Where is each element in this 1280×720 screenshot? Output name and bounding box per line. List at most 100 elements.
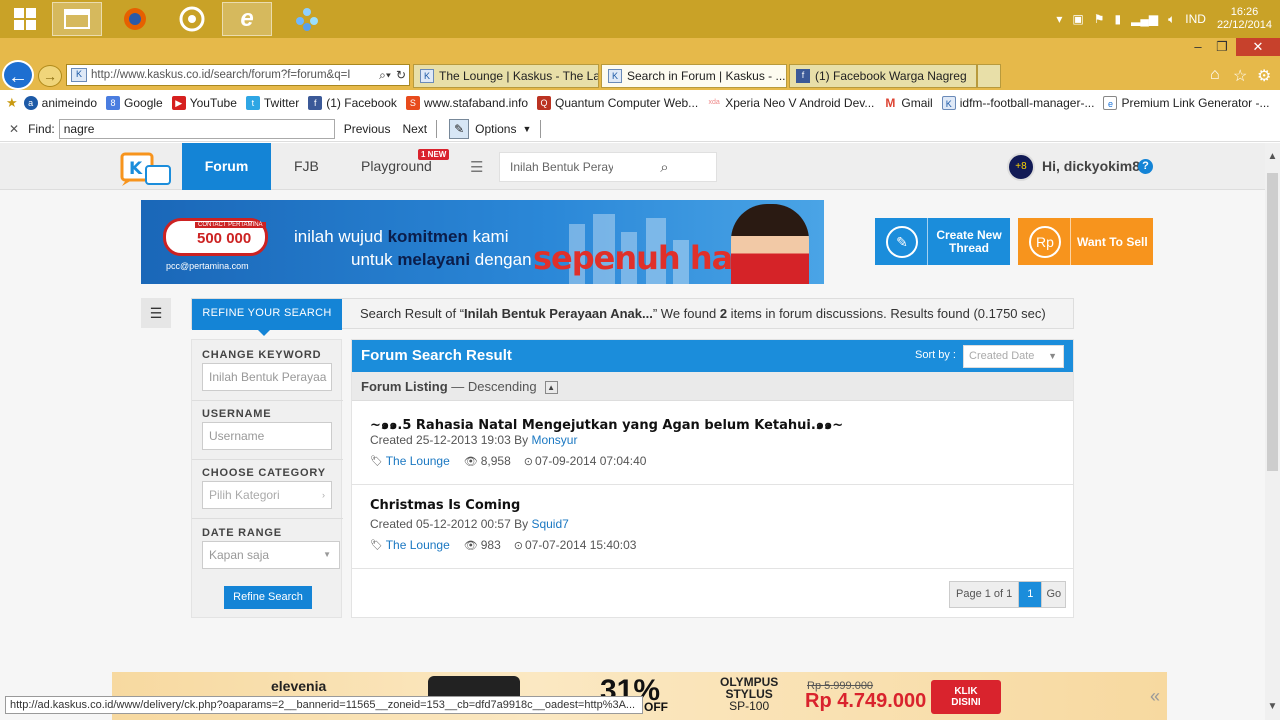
want-to-sell-button[interactable]: Rp Want To Sell	[1018, 218, 1153, 265]
favorite-link[interactable]: 8 Google	[106, 96, 163, 110]
tray-signal-icon[interactable]: ▂▄▆	[1131, 12, 1158, 26]
ad-brand: elevenia	[271, 678, 327, 694]
address-url[interactable]: http://www.kaskus.co.id/search/forum?f=f…	[91, 69, 377, 81]
forward-button[interactable]: →	[38, 65, 62, 87]
close-window-button[interactable]: ✕	[1236, 38, 1280, 56]
search-icon[interactable]: ⌕	[613, 159, 716, 176]
menu-list-icon[interactable]: ☰	[470, 158, 483, 176]
collapse-ad-icon[interactable]: «	[1150, 686, 1160, 707]
favorite-link[interactable]: Q Quantum Computer Web...	[537, 96, 698, 110]
scroll-up-icon[interactable]: ▲	[1265, 151, 1280, 162]
windows-logo-icon	[14, 8, 36, 30]
category-select[interactable]: Pilih Kategori ›	[202, 481, 332, 509]
result-item[interactable]: Christmas Is Coming Created 05-12-2012 0…	[352, 486, 1073, 569]
tray-volume-icon[interactable]: 🔈︎	[1168, 12, 1175, 27]
scroll-down-icon[interactable]: ▼	[1265, 701, 1280, 712]
favorite-link[interactable]: a animeindo	[23, 96, 97, 110]
thread-author-link[interactable]: Monsyur	[531, 433, 577, 447]
tray-power-icon[interactable]: ▮	[1114, 12, 1121, 26]
tray-clock[interactable]: 16:26 22/12/2014	[1217, 6, 1272, 32]
username-input[interactable]: Username	[202, 422, 332, 450]
new-tab-button[interactable]	[977, 64, 1001, 88]
thread-views: 983	[480, 538, 501, 552]
date-range-select[interactable]: Kapan saja ▼	[202, 541, 340, 569]
clock-date: 22/12/2014	[1216, 19, 1272, 31]
user-avatar[interactable]: +8	[1007, 153, 1035, 181]
settings-gear-icon[interactable]: ⚙	[1257, 66, 1271, 86]
nav-fjb[interactable]: FJB	[294, 143, 319, 190]
category-placeholder: Pilih Kategori	[209, 488, 280, 502]
header-search-input[interactable]: Inilah Bentuk Perayaan Anak-an ⌕	[499, 152, 717, 182]
favorite-link[interactable]: f (1) Facebook	[308, 96, 397, 110]
favorite-label: YouTube	[189, 96, 237, 110]
taskbar-explorer[interactable]	[52, 2, 102, 36]
tray-app-icon[interactable]: ▣	[1072, 12, 1083, 26]
thread-author-link[interactable]: Squid7	[531, 517, 568, 531]
refine-your-search-tab[interactable]: REFINE YOUR SEARCH	[192, 299, 342, 336]
page-1-button[interactable]: 1	[1019, 582, 1042, 607]
create-new-thread-button[interactable]: ✎ Create New Thread	[875, 218, 1010, 265]
thread-created: Created 25-12-2013 19:03 By	[370, 433, 532, 447]
pagination: Page 1 of 1 1 Go	[949, 581, 1067, 608]
favorite-link[interactable]: e Premium Link Generator -...	[1103, 96, 1270, 110]
scroll-thumb[interactable]	[1267, 173, 1278, 471]
find-options-button[interactable]: ✎ Options ▼	[449, 118, 531, 139]
tray-overflow-icon[interactable]: ▾	[1056, 12, 1062, 26]
nav-forum[interactable]: Forum	[182, 143, 271, 190]
clock-time: 16:26	[1230, 6, 1259, 18]
divider	[436, 119, 438, 138]
result-item[interactable]: ~๑๑.5 Rahasia Natal Mengejutkan yang Aga…	[352, 402, 1073, 485]
back-button[interactable]: ←	[2, 60, 34, 90]
thread-title[interactable]: ~๑๑.5 Rahasia Natal Mengejutkan yang Aga…	[370, 414, 843, 435]
taskbar-firefox[interactable]	[110, 2, 160, 36]
youtube-icon: ▶	[171, 96, 186, 110]
tab-search-in-forum[interactable]: K Search in Forum | Kaskus - ... ✕	[601, 64, 787, 88]
user-greeting[interactable]: Hi, dickyokim8	[1042, 143, 1140, 190]
banner-bold: komitmen	[387, 227, 468, 246]
tray-flag-icon[interactable]: ⚑	[1094, 12, 1105, 26]
home-icon[interactable]: ⌂	[1210, 66, 1220, 84]
help-icon[interactable]: ?	[1138, 159, 1153, 174]
kaskus-logo[interactable]: K	[120, 148, 172, 188]
sort-value: Created Date	[969, 350, 1035, 362]
thread-category-link[interactable]: The Lounge	[386, 454, 450, 468]
find-input[interactable]: nagre	[58, 118, 335, 139]
taskbar-chrome[interactable]	[167, 2, 217, 36]
favorite-link[interactable]: ▶ YouTube	[171, 96, 237, 110]
start-button[interactable]	[0, 2, 50, 36]
favorite-label: Xperia Neo V Android Dev...	[725, 96, 875, 110]
find-previous-button[interactable]: Previous	[344, 122, 391, 136]
tray-language[interactable]: IND	[1185, 12, 1206, 26]
page-scrollbar[interactable]: ▲ ▼	[1265, 143, 1280, 720]
tab-facebook[interactable]: f (1) Facebook Warga Nagreg	[789, 64, 977, 88]
favorites-star-icon[interactable]: ☆	[1233, 66, 1247, 86]
add-favorite-icon[interactable]: ★	[6, 95, 18, 111]
thread-title[interactable]: Christmas Is Coming	[370, 498, 520, 513]
favorite-link[interactable]: M Gmail	[883, 96, 933, 110]
keyword-input[interactable]: Inilah Bentuk Perayaa	[202, 363, 332, 391]
highlight-pen-icon[interactable]: ✎	[449, 118, 470, 139]
favorite-link[interactable]: Kidfm--football-manager-...	[941, 96, 1094, 110]
sort-select[interactable]: Created Date ▼	[963, 345, 1064, 368]
tab-the-lounge[interactable]: K The Lounge | Kaskus - The Lar...	[413, 64, 599, 88]
tag-icon: 🏷︎	[370, 539, 383, 551]
restore-button[interactable]: ❐	[1208, 38, 1236, 56]
thread-category-link[interactable]: The Lounge	[386, 538, 450, 552]
ad-click-button[interactable]: KLIK DISINI	[931, 680, 1001, 714]
refine-search-button[interactable]: Refine Search	[224, 586, 312, 609]
go-button[interactable]: Go	[1041, 582, 1065, 607]
refresh-icon[interactable]: ↻	[393, 68, 409, 82]
collapse-up-icon[interactable]: ▲	[544, 381, 558, 394]
pertamina-banner-ad[interactable]: CONTACT PERTAMINA 500 000 pcc@pertamina.…	[141, 200, 824, 284]
address-bar[interactable]: K http://www.kaskus.co.id/search/forum?f…	[66, 64, 410, 86]
taskbar-internet-explorer[interactable]: e	[222, 2, 272, 36]
favorite-link[interactable]: t Twitter	[245, 96, 299, 110]
taskbar-app[interactable]	[282, 2, 332, 36]
toggle-list-icon[interactable]: ☰	[141, 298, 171, 328]
find-next-button[interactable]: Next	[402, 122, 427, 136]
search-dropdown-icon[interactable]: ⌕▾	[377, 68, 393, 83]
close-find-icon[interactable]: ✕	[9, 122, 19, 136]
favorite-link[interactable]: xda Xperia Neo V Android Dev...	[707, 96, 874, 110]
banner-bold: melayani	[397, 250, 471, 269]
favorite-link[interactable]: Swww.stafaband.info	[405, 96, 528, 110]
